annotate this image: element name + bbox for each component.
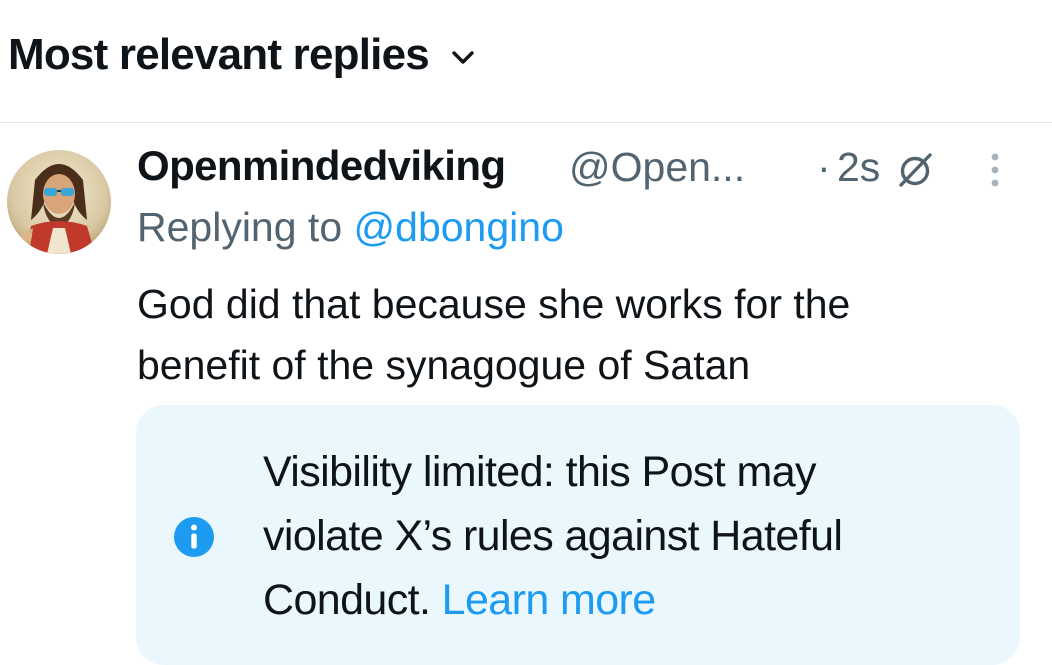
grok-icon[interactable]: [895, 150, 935, 190]
author-display-name[interactable]: Openmindedviking: [137, 142, 506, 190]
notice-line-2: violate X’s rules against Hateful: [263, 512, 843, 560]
notice-text: Visibility limited: this Post may violat…: [263, 440, 1003, 632]
sort-replies-dropdown[interactable]: Most relevant replies: [8, 30, 475, 80]
info-circle-icon: [174, 517, 214, 557]
more-vertical-icon[interactable]: [983, 150, 1007, 190]
post-body-line-2: benefit of the synagogue of Satan: [137, 342, 751, 388]
replying-to: Replying to @dbongino: [137, 204, 564, 251]
replying-to-mention-link[interactable]: @dbongino: [354, 204, 564, 250]
header-separator: ·: [817, 144, 831, 190]
post-body: God did that because she works for the b…: [137, 274, 1017, 396]
avatar-image: [7, 150, 111, 254]
learn-more-link[interactable]: Learn more: [442, 576, 657, 624]
notice-line-1: Visibility limited: this Post may: [263, 448, 817, 496]
post-body-line-1: God did that because she works for the: [137, 281, 851, 327]
notice-line-3: Conduct.: [263, 576, 431, 624]
section-divider: [0, 122, 1052, 123]
post-timestamp[interactable]: 2s: [837, 144, 880, 191]
sort-replies-label: Most relevant replies: [8, 30, 430, 79]
post-header: Openmindedviking @Open... · 2s: [137, 140, 1037, 196]
chevron-down-icon: [452, 51, 474, 64]
replying-to-label: Replying to: [137, 204, 343, 250]
author-handle[interactable]: @Open...: [569, 144, 745, 191]
avatar[interactable]: [7, 150, 111, 254]
